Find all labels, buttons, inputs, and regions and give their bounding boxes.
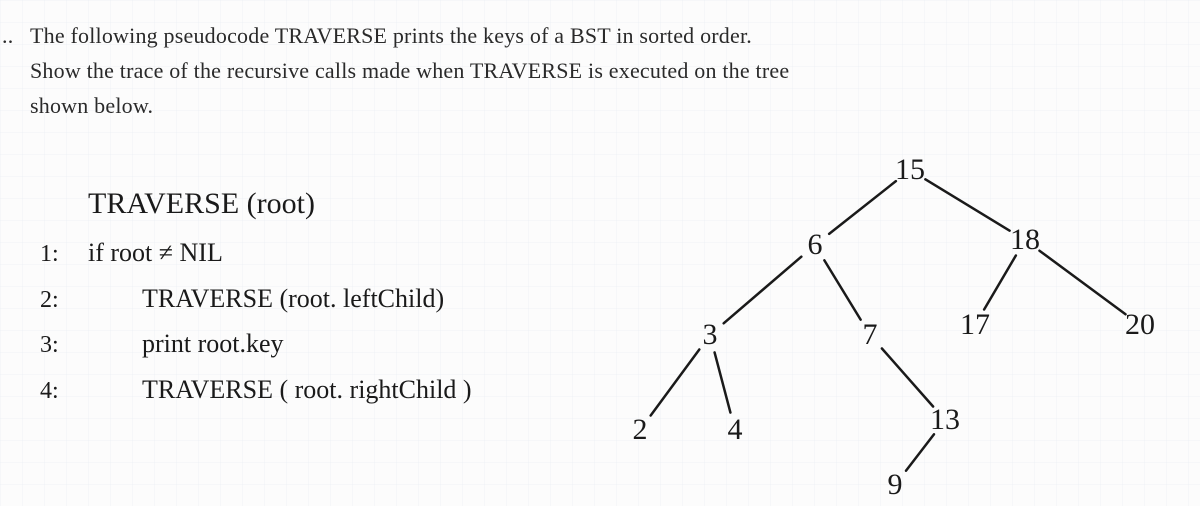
- tree-node-20: 20: [1125, 308, 1155, 342]
- tree-node-4: 4: [728, 413, 743, 447]
- tree-node-3: 3: [703, 318, 718, 352]
- line-num-1: 1:: [40, 235, 74, 273]
- line-text-4: TRAVERSE ( root. rightChild ): [142, 369, 472, 411]
- line-text-3: print root.key: [142, 323, 284, 365]
- tree-edge: [715, 352, 731, 412]
- tree-node-18: 18: [1010, 223, 1040, 257]
- tree-edge: [882, 348, 933, 406]
- tree-node-15: 15: [895, 153, 925, 187]
- tree-edge: [1039, 251, 1125, 315]
- tree-node-13: 13: [930, 403, 960, 437]
- tree-node-9: 9: [888, 468, 903, 502]
- line-num-2: 2:: [40, 281, 74, 319]
- line-text-1: if root ≠ NIL: [88, 232, 223, 274]
- tree-edge: [925, 179, 1009, 230]
- line-text-2: TRAVERSE (root. leftChild): [142, 278, 444, 320]
- tree-node-2: 2: [633, 413, 648, 447]
- bullet: ..: [2, 18, 13, 53]
- line-num-4: 4:: [40, 372, 74, 410]
- pseudocode-block: TRAVERSE (root) 1: if root ≠ NIL 2: TRAV…: [40, 180, 472, 414]
- tree-edge: [724, 257, 802, 324]
- tree-node-7: 7: [863, 318, 878, 352]
- prompt-text: The following pseudocode TRAVERSE prints…: [30, 23, 789, 118]
- line-num-3: 3:: [40, 326, 74, 364]
- question-prompt: .. The following pseudocode TRAVERSE pri…: [30, 18, 790, 124]
- tree-edge: [984, 256, 1016, 310]
- pseudo-title: TRAVERSE (root): [88, 180, 315, 228]
- tree-node-17: 17: [960, 308, 990, 342]
- tree-edges: [580, 140, 1180, 500]
- tree-edge: [829, 181, 896, 234]
- tree-edge: [651, 349, 700, 415]
- tree-edge: [906, 434, 934, 470]
- tree-edge: [824, 260, 860, 319]
- bst-tree: 15 6 18 3 7 17 20 2 4 13 9: [580, 140, 1180, 500]
- tree-node-6: 6: [808, 228, 823, 262]
